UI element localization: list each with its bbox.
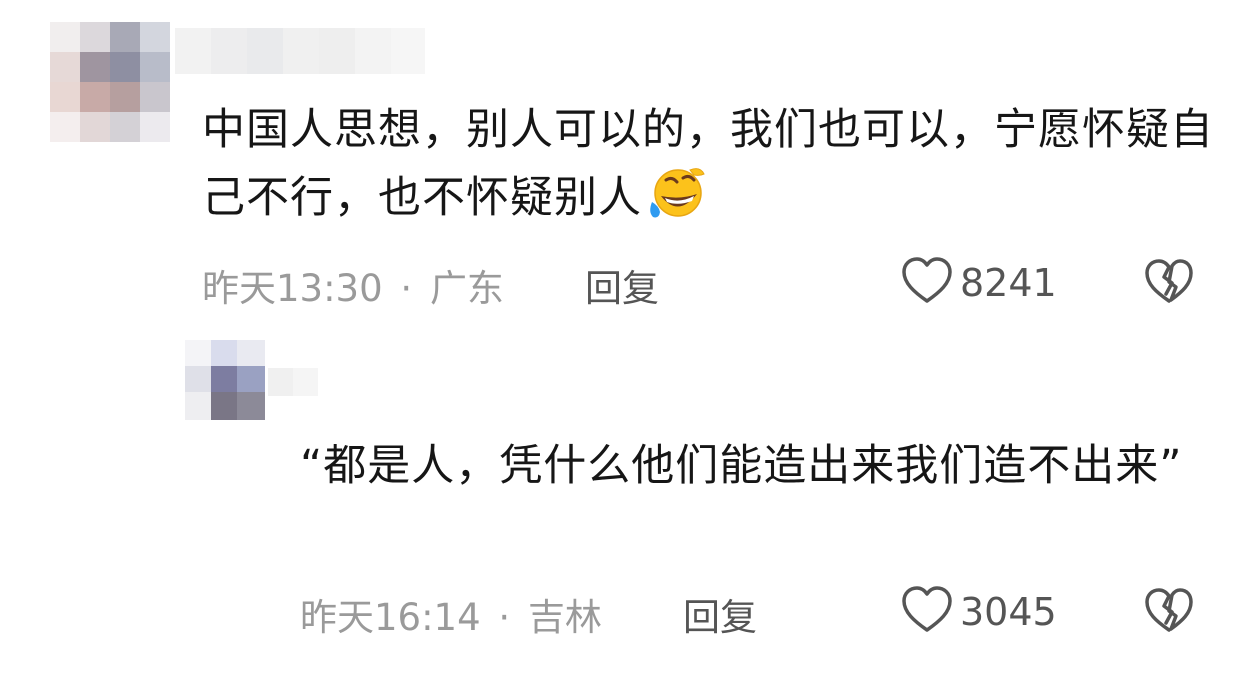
meta-separator: · (498, 596, 511, 639)
comment-location: 吉林 (527, 596, 602, 639)
like-button[interactable]: 3045 (900, 585, 1057, 639)
avatar[interactable] (50, 22, 170, 142)
reply-button[interactable]: 回复 (585, 258, 659, 312)
broken-heart-icon (1143, 588, 1195, 639)
comment-time: 昨天13:30 (202, 267, 383, 310)
comment-text: “都是人，凭什么他们能造出来我们造不出来” (300, 441, 1183, 491)
username-blurred[interactable] (268, 368, 318, 396)
like-button[interactable]: 8241 (900, 256, 1057, 310)
comment-body: 中国人思想，别人可以的，我们也可以，宁愿怀疑自己不行，也不怀疑别人 (202, 105, 1214, 223)
broken-heart-icon (1143, 259, 1195, 310)
comment-meta: 昨天16:14 · 吉林 (300, 587, 602, 641)
dislike-button[interactable] (1143, 258, 1195, 310)
comment-time: 昨天16:14 (300, 596, 481, 639)
like-count: 3045 (960, 590, 1057, 634)
comment-text: 中国人思想，别人可以的，我们也可以，宁愿怀疑自己不行，也不怀疑别人 (202, 96, 1222, 242)
username-blurred[interactable] (175, 28, 425, 74)
heart-outline-icon (900, 256, 954, 310)
comment-meta: 昨天13:30 · 广东 (202, 258, 504, 312)
heart-outline-icon (900, 585, 954, 639)
rofl-emoji-icon (644, 166, 706, 242)
like-count: 8241 (960, 261, 1057, 305)
comment-location: 广东 (429, 267, 504, 310)
avatar[interactable] (185, 340, 265, 420)
reply-button[interactable]: 回复 (683, 587, 757, 641)
meta-separator: · (400, 267, 413, 310)
dislike-button[interactable] (1143, 587, 1195, 639)
